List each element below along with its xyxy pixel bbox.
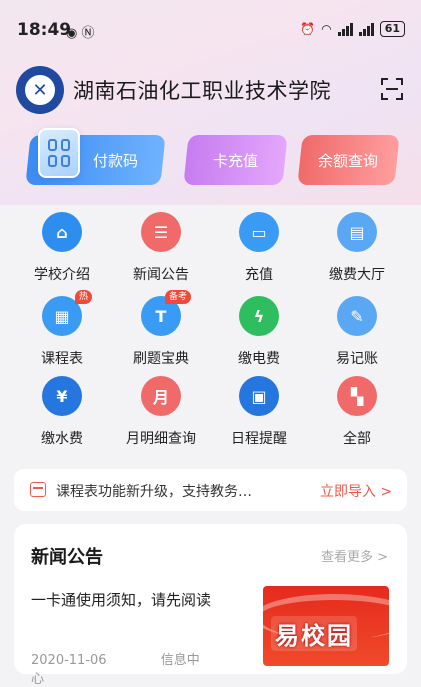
service-label: 学校介绍 (34, 267, 90, 283)
service-payment-hall[interactable]: ▤ 缴费大厅 (312, 212, 402, 284)
status-time: 18:49 (17, 20, 72, 40)
service-water[interactable]: ¥ 缴水费 (17, 376, 107, 448)
school-name: 湖南石油化工职业技术学院 (73, 79, 331, 103)
service-monthly-detail[interactable]: 月 月明细查询 (116, 376, 206, 448)
school-logo: ✕ (16, 66, 64, 114)
pay-code-icon (38, 128, 80, 178)
service-label: 月明细查询 (126, 431, 196, 447)
pay-code-label: 付款码 (92, 151, 138, 170)
service-label: 缴电费 (238, 351, 280, 367)
news-item-meta: 2020-11-06 信息中心 (31, 649, 251, 687)
lightning-icon: ϟ (239, 296, 279, 336)
schedule-icon: ▣ (239, 376, 279, 416)
school-logo-emblem: ✕ (23, 73, 57, 107)
status-right-group: ⏰ ◠ 61 (300, 21, 405, 37)
hot-badge: 热 (74, 290, 92, 304)
service-label: 易记账 (336, 351, 378, 367)
service-label: 全部 (343, 431, 371, 447)
service-label: 刷题宝典 (133, 351, 189, 367)
battery-icon: 61 (379, 21, 405, 37)
service-quiz-book[interactable]: T 备考 刷题宝典 (116, 290, 206, 368)
card-topup-label: 卡充值 (212, 151, 258, 170)
signal-icon (337, 22, 353, 36)
balance-query-button[interactable]: 余额查询 (297, 135, 400, 185)
service-electricity[interactable]: ϟ 缴电费 (214, 296, 304, 368)
service-label: 新闻公告 (133, 267, 189, 283)
service-label: 缴水费 (41, 431, 83, 447)
service-timetable[interactable]: ▦ 热 课程表 (17, 290, 107, 368)
ledger-icon: ✎ (337, 296, 377, 336)
status-bar: 18:49 ◉ Ⓝ ⏰ ◠ 61 (0, 0, 421, 60)
news-icon: ☰ (141, 212, 181, 252)
scan-icon[interactable] (381, 78, 403, 100)
service-label: 充值 (245, 267, 273, 283)
alarm-icon: ⏰ (300, 22, 316, 36)
service-news[interactable]: ☰ 新闻公告 (116, 212, 206, 284)
service-ledger[interactable]: ✎ 易记账 (312, 296, 402, 368)
water-drop-icon: ¥ (42, 376, 82, 416)
calendar-icon (30, 482, 46, 497)
app-header: ✕ 湖南石油化工职业技术学院 (0, 60, 421, 120)
news-item-title[interactable]: 一卡通使用须知，请先阅读 (31, 589, 211, 610)
quiz-book-icon: T 备考 (141, 290, 191, 336)
payment-hall-icon: ▤ (337, 212, 377, 252)
school-icon: ⌂ (42, 212, 82, 252)
service-schedule[interactable]: ▣ 日程提醒 (214, 376, 304, 448)
balance-query-label: 余额查询 (318, 151, 379, 170)
service-topup[interactable]: ▭ 充值 (214, 212, 304, 284)
service-label: 缴费大厅 (329, 267, 385, 283)
news-thumbnail[interactable]: 易校园 (263, 586, 389, 666)
service-school-intro[interactable]: ⌂ 学校介绍 (17, 212, 107, 284)
notice-text: 课程表功能新升级，支持教务… (56, 484, 252, 500)
signal-icon-2 (358, 22, 374, 36)
all-apps-icon: ▚ (337, 376, 377, 416)
news-card: 新闻公告 查看更多 > 一卡通使用须知，请先阅读 2020-11-06 信息中心… (14, 524, 407, 687)
card-icon: ▭ (239, 212, 279, 252)
wifi-icon: ◠ (321, 22, 332, 36)
monthly-detail-icon: 月 (141, 376, 181, 416)
exam-badge: 备考 (164, 290, 191, 304)
calendar-icon: ▦ 热 (42, 290, 92, 336)
service-label: 课程表 (41, 351, 83, 367)
service-label: 日程提醒 (231, 431, 287, 447)
thumbnail-text: 易校园 (271, 616, 357, 651)
notification-icons: ◉ Ⓝ (66, 26, 95, 41)
news-section-title: 新闻公告 (31, 547, 103, 568)
notice-banner[interactable]: 课程表功能新升级，支持教务… 立即导入 > (14, 469, 407, 511)
view-more-link[interactable]: 查看更多 > (321, 546, 388, 565)
service-all[interactable]: ▚ 全部 (312, 376, 402, 448)
card-topup-button[interactable]: 卡充值 (183, 135, 288, 185)
import-now-link[interactable]: 立即导入 > (320, 481, 392, 501)
